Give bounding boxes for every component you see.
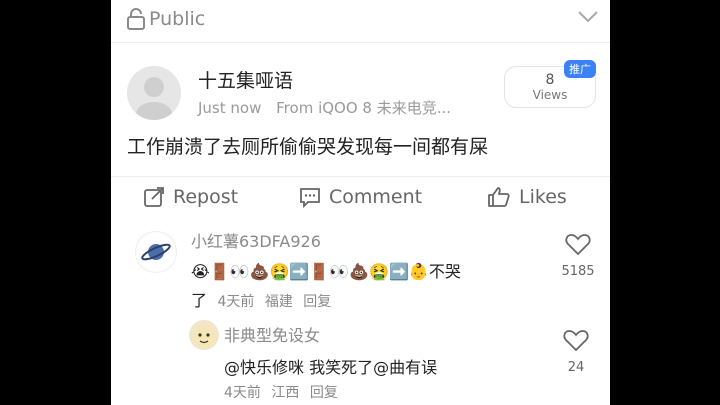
- comment-like-button[interactable]: 5185: [558, 232, 598, 279]
- comment-username[interactable]: 小红薯63DFA926: [191, 228, 321, 252]
- post-content: 工作崩溃了去厕所偷偷哭发现每一间都有屎: [127, 136, 489, 158]
- post-meta: Just now From iQOO 8 未来电竞...: [198, 97, 451, 118]
- avatar[interactable]: [127, 66, 181, 120]
- reply-username[interactable]: 非典型免设女: [224, 322, 320, 346]
- heart-icon: [563, 328, 589, 352]
- comment-icon: [299, 186, 321, 208]
- promo-badge: 推广: [564, 60, 596, 78]
- likes-button[interactable]: Likes: [487, 186, 567, 208]
- reply-button[interactable]: 回复: [303, 294, 331, 310]
- comment-date: 4天前: [217, 294, 255, 310]
- post-source[interactable]: From iQOO 8 未来电竞...: [276, 99, 451, 117]
- thumbs-up-icon: [487, 186, 511, 208]
- comment-location: 福建: [264, 294, 293, 310]
- repost-label: Repost: [173, 186, 239, 208]
- repost-icon: [143, 186, 165, 208]
- reply-avatar[interactable]: [189, 320, 219, 350]
- post-panel: Public 十五集哑语 Just now From iQOO 8 未来电竞..…: [111, 0, 610, 405]
- comment-avatar[interactable]: [135, 231, 177, 273]
- heart-icon: [565, 232, 591, 256]
- reply-reply-button[interactable]: 回复: [310, 385, 338, 401]
- comment-meta: 了 4天前 福建 回复: [191, 287, 331, 311]
- visibility-selector[interactable]: Public: [126, 6, 205, 32]
- comment-button[interactable]: Comment: [299, 186, 422, 208]
- comment-label: Comment: [329, 186, 423, 208]
- reply-text: @快乐修咪 我笑死了@曲有误: [224, 358, 438, 377]
- comment-text: 😭🚪👀💩🤮➡️🚪👀💩🤮➡️👶不哭: [191, 262, 461, 281]
- comment-like-count: 5185: [561, 264, 595, 279]
- comment-text-continued: 了: [191, 291, 208, 310]
- reply-location: 江西: [271, 385, 300, 401]
- likes-label: Likes: [519, 186, 567, 208]
- chevron-down-icon[interactable]: [577, 10, 599, 24]
- repost-button[interactable]: Repost: [143, 186, 238, 208]
- post-time: Just now: [198, 99, 262, 117]
- views-label: Views: [532, 88, 568, 102]
- lock-open-icon: [126, 8, 146, 30]
- reply-like-button[interactable]: 24: [556, 328, 596, 375]
- reply-meta: 4天前 江西 回复: [224, 382, 338, 402]
- reply-like-count: 24: [567, 360, 585, 375]
- author-name[interactable]: 十五集哑语: [198, 66, 293, 93]
- reply-date: 4天前: [224, 385, 261, 401]
- visibility-label: Public: [149, 8, 206, 30]
